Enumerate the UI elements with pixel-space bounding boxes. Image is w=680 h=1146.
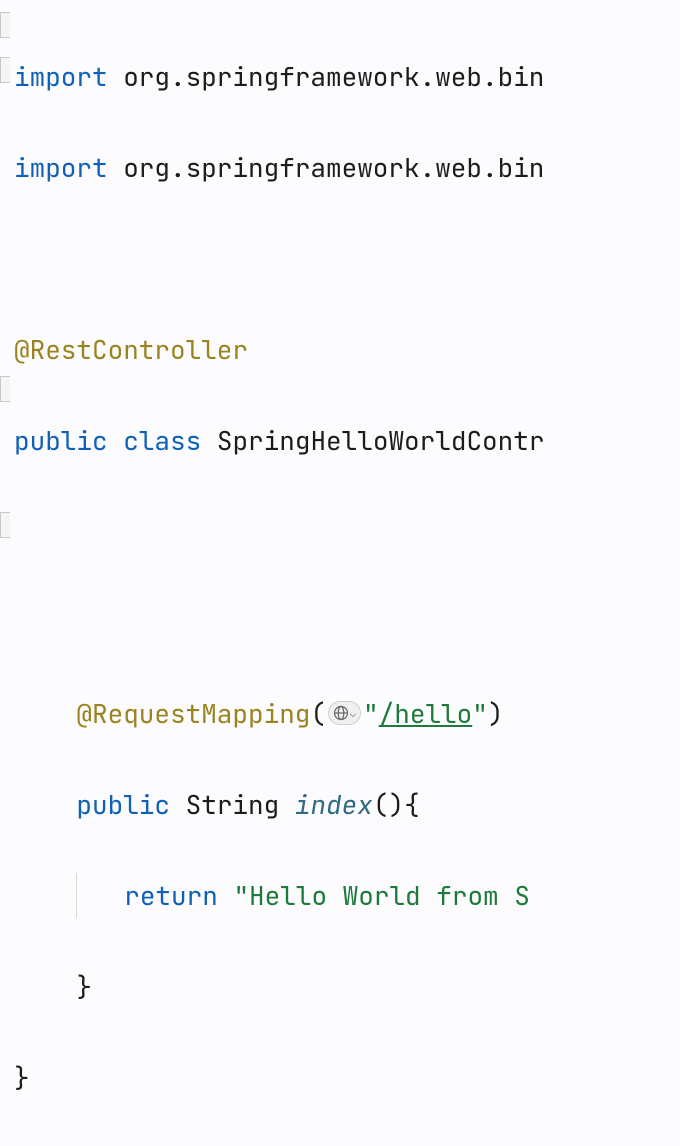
string-literal: "Hello World from S (233, 878, 529, 913)
brace: { (404, 787, 420, 822)
paren: ) (488, 696, 504, 731)
class-name: SpringHelloWorldContr (217, 423, 545, 458)
code-line: return "Hello World from S (14, 873, 680, 919)
code-line (14, 236, 680, 282)
gutter-marker[interactable] (0, 57, 10, 83)
string-quote: " (363, 696, 379, 731)
parens: () (373, 787, 404, 822)
code-line: public class SpringHelloWorldContr (14, 418, 680, 464)
brace: } (76, 969, 92, 1004)
gutter-marker[interactable] (0, 376, 10, 402)
code-line: @RequestMapping( ⌄ "/hello") (14, 691, 680, 737)
url-mapping-widget[interactable]: ⌄ (328, 701, 361, 725)
annotation: @RestController (14, 332, 248, 367)
keyword: return (124, 878, 218, 913)
code-line: } (14, 964, 680, 1010)
code-editor[interactable]: import org.springframework.web.bin impor… (0, 8, 680, 1146)
keyword: class (123, 423, 201, 458)
package-path: org.springframework.web.bin (108, 59, 545, 94)
paren: ( (310, 696, 326, 731)
string-quote: " (472, 696, 488, 731)
code-line: public String index(){ (14, 782, 680, 828)
code-line: @RestController (14, 327, 680, 373)
code-line: import org.springframework.web.bin (14, 54, 680, 100)
annotation: @RequestMapping (76, 696, 310, 731)
chevron-down-icon: ⌄ (350, 705, 356, 723)
globe-icon (333, 705, 349, 721)
code-line (14, 600, 680, 646)
package-path: org.springframework.web.bin (108, 150, 545, 185)
keyword: public (76, 787, 170, 822)
gutter-marker[interactable] (0, 512, 10, 538)
brace: } (14, 1060, 30, 1095)
code-line: import org.springframework.web.bin (14, 145, 680, 191)
url-path[interactable]: /hello (379, 696, 473, 731)
keyword: import (14, 59, 108, 94)
code-line: } (14, 1055, 680, 1101)
method-name: index (295, 787, 373, 822)
keyword: public (14, 423, 108, 458)
editor-gutter (0, 0, 12, 680)
code-line (14, 509, 680, 555)
gutter-marker[interactable] (0, 12, 10, 38)
keyword: import (14, 150, 108, 185)
return-type: String (186, 787, 280, 822)
